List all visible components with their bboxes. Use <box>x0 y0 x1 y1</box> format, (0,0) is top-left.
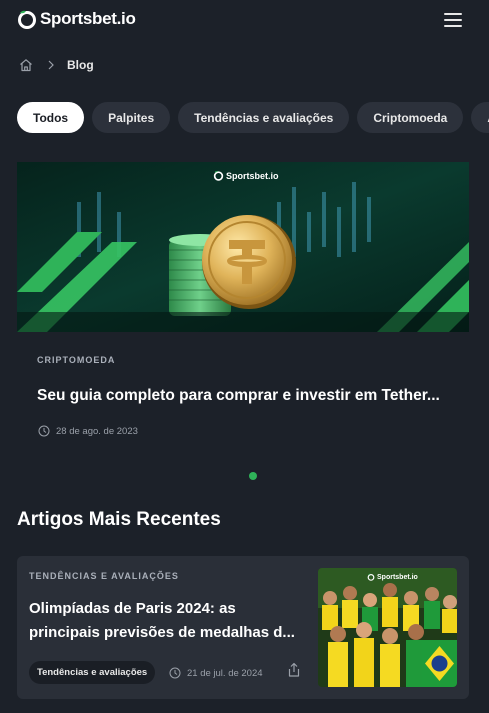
breadcrumb-current[interactable]: Blog <box>67 58 94 72</box>
section-title-recent: Artigos Mais Recentes <box>17 509 221 530</box>
tether-coin-illustration <box>17 162 469 332</box>
article-date: 21 de jul. de 2024 <box>187 667 263 679</box>
clock-icon <box>38 425 50 437</box>
clock-icon <box>169 667 181 679</box>
article-tag-badge[interactable]: Tendências e avaliações <box>29 661 156 684</box>
tab-more[interactable]: A <box>471 102 489 133</box>
category-tabs: Todos Palpites Tendências e avaliações C… <box>17 102 489 133</box>
sportsbet-logo-icon <box>367 573 375 581</box>
article-card[interactable]: TENDÊNCIAS E AVALIAÇÕES Olimpíadas de Pa… <box>17 556 469 699</box>
featured-article-card[interactable]: Sportsbet.io CRIPTOMOEDA Seu guia comple… <box>17 162 469 452</box>
logo-text: Sportsbet.io <box>40 9 136 28</box>
featured-image[interactable]: Sportsbet.io <box>17 162 469 332</box>
featured-date-row: 28 de ago. de 2023 <box>38 425 138 437</box>
sportsbet-logo-icon <box>213 170 224 181</box>
image-watermark-logo: Sportsbet.io <box>213 170 279 181</box>
chevron-right-icon <box>48 60 54 70</box>
hamburger-menu-icon[interactable] <box>444 12 462 28</box>
tab-todos[interactable]: Todos <box>17 102 85 133</box>
article-thumbnail[interactable]: Sportsbet.io <box>318 568 457 687</box>
article-date-row: 21 de jul. de 2024 <box>169 667 263 679</box>
home-icon[interactable] <box>19 58 33 72</box>
article-title[interactable]: Olimpíadas de Paris 2024: as principais … <box>29 597 309 645</box>
top-header: Sportsbet.io <box>0 0 489 40</box>
share-icon[interactable] <box>286 662 302 678</box>
tab-palpites[interactable]: Palpites <box>92 102 171 133</box>
thumbnail-logo-text: Sportsbet.io <box>377 573 418 581</box>
featured-title[interactable]: Seu guia completo para comprar e investi… <box>37 387 457 405</box>
featured-date: 28 de ago. de 2023 <box>56 425 138 437</box>
tab-criptomoeda[interactable]: Criptomoeda <box>357 102 464 133</box>
article-category[interactable]: TENDÊNCIAS E AVALIAÇÕES <box>29 571 179 581</box>
featured-category[interactable]: CRIPTOMOEDA <box>37 355 115 365</box>
sportsbet-logo[interactable]: Sportsbet.io <box>17 9 136 29</box>
carousel-dot-active[interactable] <box>249 472 257 480</box>
sportsbet-logo-icon <box>18 10 36 29</box>
brazil-fans-photo <box>318 568 457 687</box>
article-title-line1: Olimpíadas de Paris 2024: as <box>29 600 236 617</box>
thumbnail-watermark-logo: Sportsbet.io <box>367 573 418 581</box>
article-title-line2: principais previsões de medalhas d... <box>29 624 295 641</box>
image-logo-text: Sportsbet.io <box>226 170 279 181</box>
tab-tendencias-avaliacoes[interactable]: Tendências e avaliações <box>178 102 350 133</box>
breadcrumb: Blog <box>19 57 94 73</box>
